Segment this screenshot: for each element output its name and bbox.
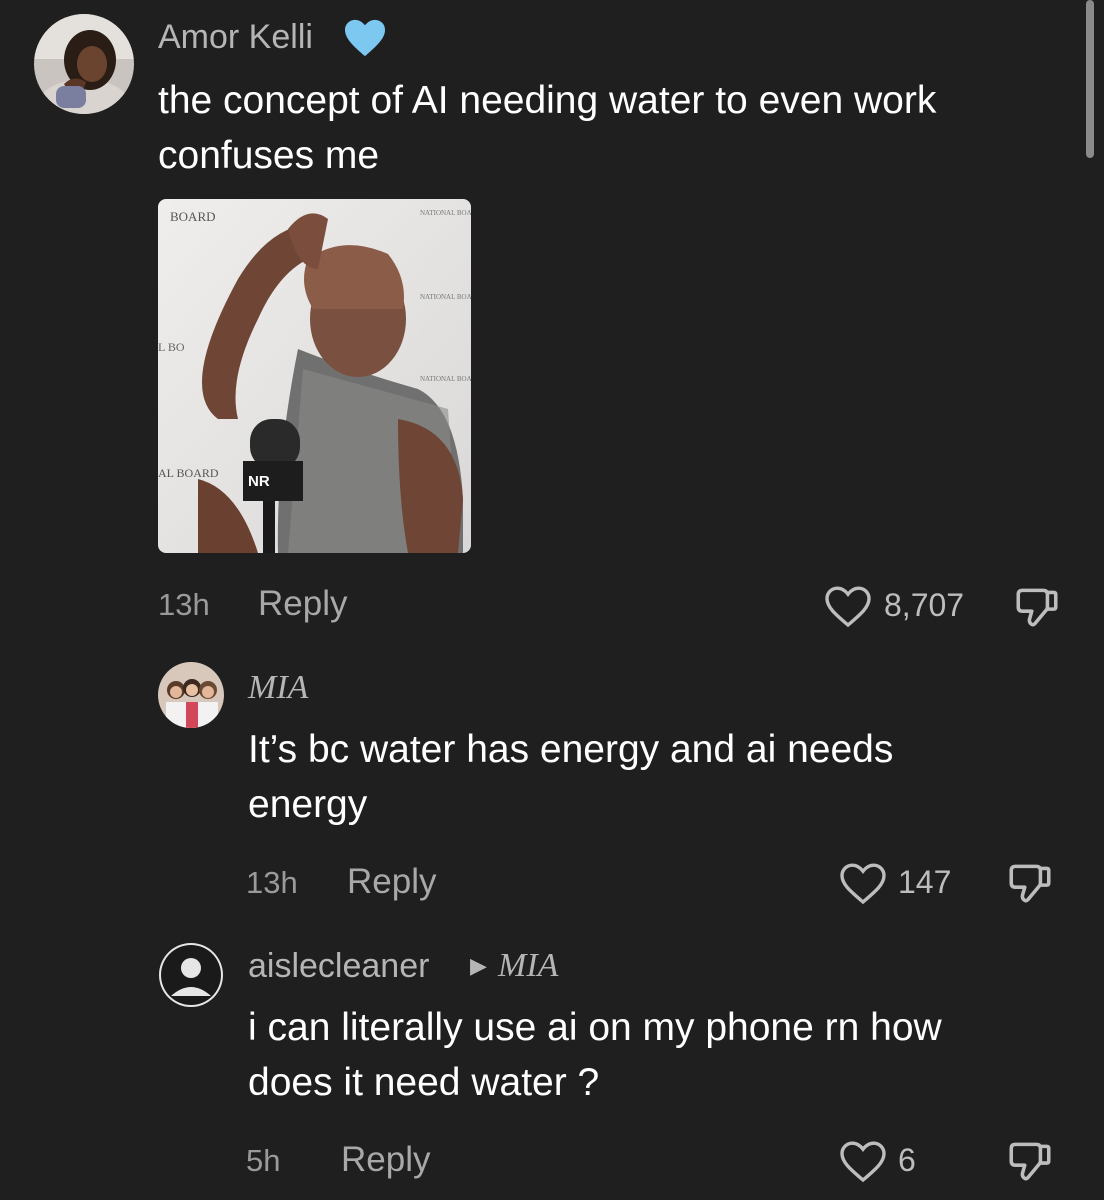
svg-text:BOARD: BOARD <box>170 209 216 224</box>
like-count: 147 <box>898 864 952 900</box>
comment-time: 13h <box>246 865 298 900</box>
thumbs-down-icon[interactable] <box>1005 858 1055 913</box>
svg-text:NATIONAL BOA: NATIONAL BOA <box>420 209 471 217</box>
replying-to[interactable]: MIA <box>498 946 558 986</box>
avatar[interactable] <box>34 14 134 114</box>
comment-time: 13h <box>158 587 210 622</box>
svg-text:NATIONAL BOA: NATIONAL BOA <box>420 375 471 383</box>
heart-outline-icon[interactable] <box>823 585 873 634</box>
svg-text:L BO: L BO <box>158 340 185 354</box>
scrollbar[interactable] <box>1086 0 1094 158</box>
avatar[interactable] <box>158 662 224 728</box>
avatar[interactable] <box>158 942 224 1008</box>
username[interactable]: aislecleaner <box>248 946 429 986</box>
svg-text:AL BOARD: AL BOARD <box>158 466 219 480</box>
username[interactable]: Amor Kelli <box>158 17 313 57</box>
reply-button[interactable]: Reply <box>258 584 347 624</box>
reply-button[interactable]: Reply <box>341 1140 430 1180</box>
like-count: 6 <box>898 1142 916 1178</box>
attached-image[interactable]: BOARD L BO AL BOARD NATIONAL BOA NATIONA… <box>158 199 471 553</box>
comment-time: 5h <box>246 1143 281 1178</box>
comment-text: the concept of AI needing water to even … <box>158 79 937 177</box>
heart-outline-icon[interactable] <box>838 862 888 911</box>
svg-text:NATIONAL BOA: NATIONAL BOA <box>420 293 471 301</box>
thumbs-down-icon[interactable] <box>1005 1136 1055 1191</box>
comment-text: i can literally use ai on my phone rn ho… <box>248 1006 942 1104</box>
reply-button[interactable]: Reply <box>347 862 436 902</box>
thumbs-down-icon[interactable] <box>1012 582 1062 637</box>
like-count: 8,707 <box>884 587 965 623</box>
svg-text:NR: NR <box>248 473 270 490</box>
comment-text: It’s bc water has energy and ai needs en… <box>248 728 894 826</box>
blue-heart-icon <box>343 18 387 63</box>
heart-outline-icon[interactable] <box>838 1140 888 1189</box>
reply-arrow-icon: ▶ <box>470 953 487 978</box>
username[interactable]: MIA <box>248 668 308 708</box>
